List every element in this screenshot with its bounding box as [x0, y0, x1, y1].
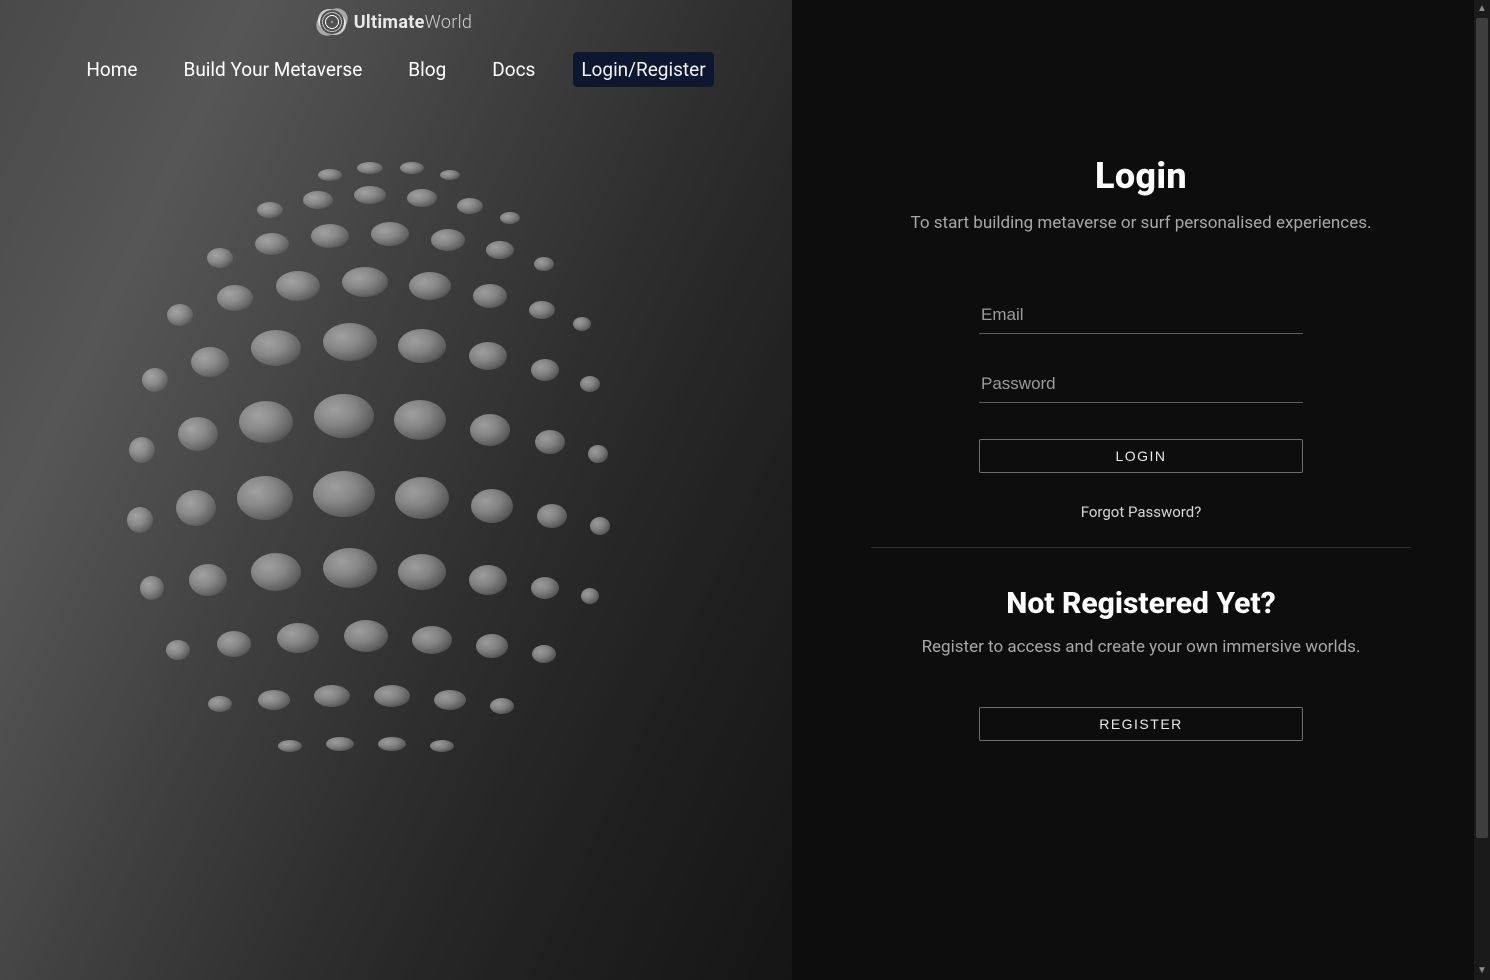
nav-login-register[interactable]: Login/Register: [573, 52, 713, 87]
brand-text-bold: Ultimate: [354, 12, 425, 33]
login-form: LOGIN: [979, 301, 1303, 473]
section-divider: [871, 547, 1411, 548]
login-button[interactable]: LOGIN: [979, 439, 1303, 473]
login-subtitle: To start building metaverse or surf pers…: [911, 213, 1372, 233]
email-field[interactable]: [979, 301, 1303, 334]
login-heading: Login: [1095, 155, 1187, 197]
scrollbar-track[interactable]: ▲ ▼: [1474, 0, 1490, 980]
register-button-wrap: REGISTER: [979, 707, 1303, 741]
main-nav: Home Build Your Metaverse Blog Docs Logi…: [0, 52, 792, 87]
register-heading: Not Registered Yet?: [1006, 586, 1276, 621]
nav-build-metaverse[interactable]: Build Your Metaverse: [175, 52, 370, 87]
brand-text-thin: World: [425, 12, 473, 33]
dotted-sphere-graphic: [60, 110, 740, 790]
hero-pane: UltimateWorld Home Build Your Metaverse …: [0, 0, 792, 980]
viewport: UltimateWorld Home Build Your Metaverse …: [0, 0, 1490, 980]
scroll-down-icon[interactable]: ▼: [1477, 966, 1487, 976]
scrollbar-thumb[interactable]: [1476, 18, 1488, 838]
scroll-up-icon[interactable]: ▲: [1477, 4, 1487, 14]
register-button[interactable]: REGISTER: [979, 707, 1303, 741]
globe-dots-icon: [320, 10, 344, 34]
brand[interactable]: UltimateWorld: [0, 10, 792, 34]
register-subtitle: Register to access and create your own i…: [922, 637, 1361, 657]
auth-pane: Login To start building metaverse or sur…: [792, 0, 1490, 980]
forgot-password-link[interactable]: Forgot Password?: [1081, 503, 1202, 521]
password-field[interactable]: [979, 370, 1303, 403]
nav-docs[interactable]: Docs: [484, 52, 543, 87]
nav-blog[interactable]: Blog: [400, 52, 454, 87]
brand-text: UltimateWorld: [354, 12, 473, 33]
nav-home[interactable]: Home: [78, 52, 145, 87]
